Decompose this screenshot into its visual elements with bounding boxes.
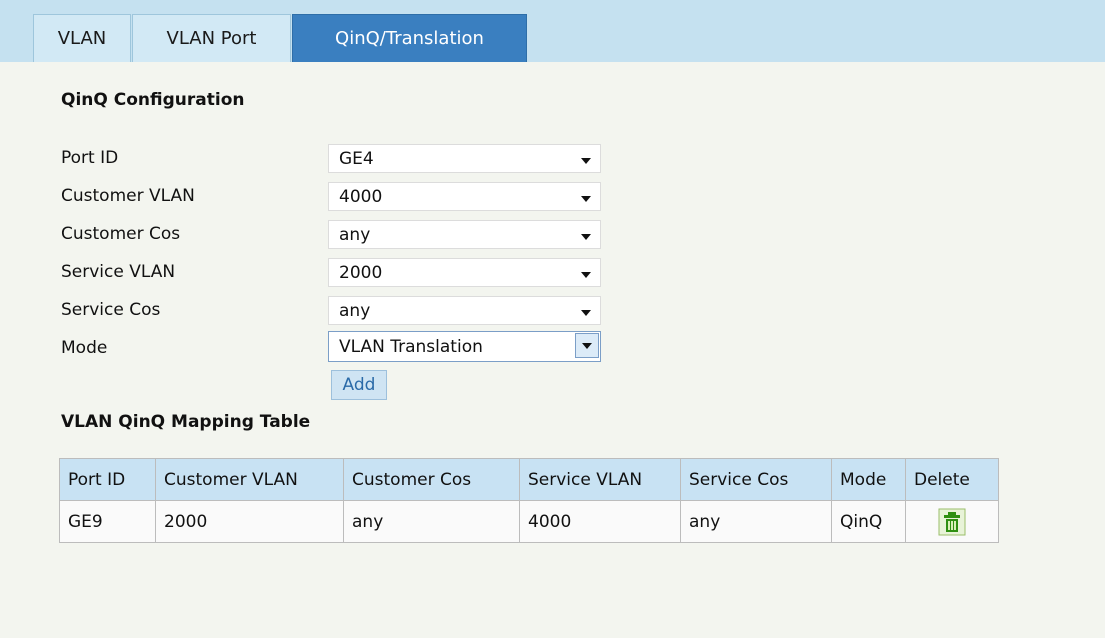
customer-vlan-value: 4000 bbox=[339, 187, 383, 207]
tab-vlan-port[interactable]: VLAN Port bbox=[132, 14, 291, 62]
dropdown-button[interactable] bbox=[575, 333, 599, 358]
mapping-table: Port ID Customer VLAN Customer Cos Servi… bbox=[59, 458, 999, 543]
cell-port-id: GE9 bbox=[59, 500, 156, 543]
mapping-table-title: VLAN QinQ Mapping Table bbox=[61, 412, 311, 432]
table-header-row: Port ID Customer VLAN Customer Cos Servi… bbox=[59, 458, 999, 501]
tab-bar: VLAN VLAN Port QinQ/Translation bbox=[0, 0, 1105, 62]
customer-vlan-label: Customer VLAN bbox=[61, 186, 195, 206]
cell-mode: QinQ bbox=[831, 500, 906, 543]
chevron-down-icon bbox=[581, 196, 591, 202]
add-button[interactable]: Add bbox=[331, 370, 387, 400]
mode-value: VLAN Translation bbox=[339, 337, 483, 357]
table-row: GE9 2000 any 4000 any QinQ bbox=[59, 500, 999, 543]
service-cos-select[interactable]: any bbox=[328, 296, 601, 325]
header-service-cos: Service Cos bbox=[680, 458, 832, 501]
chevron-down-icon bbox=[581, 310, 591, 316]
chevron-down-icon bbox=[582, 343, 592, 349]
customer-vlan-select[interactable]: 4000 bbox=[328, 182, 601, 211]
header-service-vlan: Service VLAN bbox=[519, 458, 681, 501]
header-delete: Delete bbox=[905, 458, 999, 501]
service-vlan-select[interactable]: 2000 bbox=[328, 258, 601, 287]
customer-cos-select[interactable]: any bbox=[328, 220, 601, 249]
port-id-select[interactable]: GE4 bbox=[328, 144, 601, 173]
header-customer-vlan: Customer VLAN bbox=[155, 458, 344, 501]
chevron-down-icon bbox=[581, 158, 591, 164]
cell-service-cos: any bbox=[680, 500, 832, 543]
service-vlan-label: Service VLAN bbox=[61, 262, 176, 282]
cell-service-vlan: 4000 bbox=[519, 500, 681, 543]
service-cos-label: Service Cos bbox=[61, 300, 161, 320]
cell-delete bbox=[905, 500, 999, 543]
port-id-value: GE4 bbox=[339, 149, 374, 169]
mode-select[interactable]: VLAN Translation bbox=[328, 331, 601, 362]
service-vlan-value: 2000 bbox=[339, 263, 383, 283]
tab-vlan[interactable]: VLAN bbox=[33, 14, 131, 62]
service-cos-value: any bbox=[339, 301, 371, 321]
cell-customer-vlan: 2000 bbox=[155, 500, 344, 543]
trash-icon[interactable] bbox=[938, 508, 966, 536]
chevron-down-icon bbox=[581, 234, 591, 240]
chevron-down-icon bbox=[581, 272, 591, 278]
mode-label: Mode bbox=[61, 338, 108, 358]
customer-cos-label: Customer Cos bbox=[61, 224, 181, 244]
tab-qinq-translation[interactable]: QinQ/Translation bbox=[292, 14, 527, 62]
port-id-label: Port ID bbox=[61, 148, 119, 168]
header-customer-cos: Customer Cos bbox=[343, 458, 520, 501]
customer-cos-value: any bbox=[339, 225, 371, 245]
header-mode: Mode bbox=[831, 458, 906, 501]
qinq-config-title: QinQ Configuration bbox=[61, 90, 245, 110]
cell-customer-cos: any bbox=[343, 500, 520, 543]
header-port-id: Port ID bbox=[59, 458, 156, 501]
